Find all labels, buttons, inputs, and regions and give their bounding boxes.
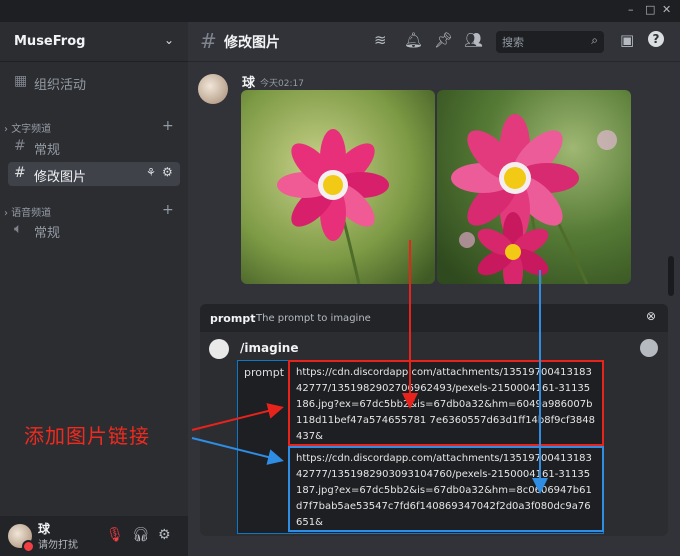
red-arrow-side: [191, 403, 284, 431]
annotation-arrows: [191, 240, 548, 494]
blue-arrow-side: [191, 437, 284, 465]
